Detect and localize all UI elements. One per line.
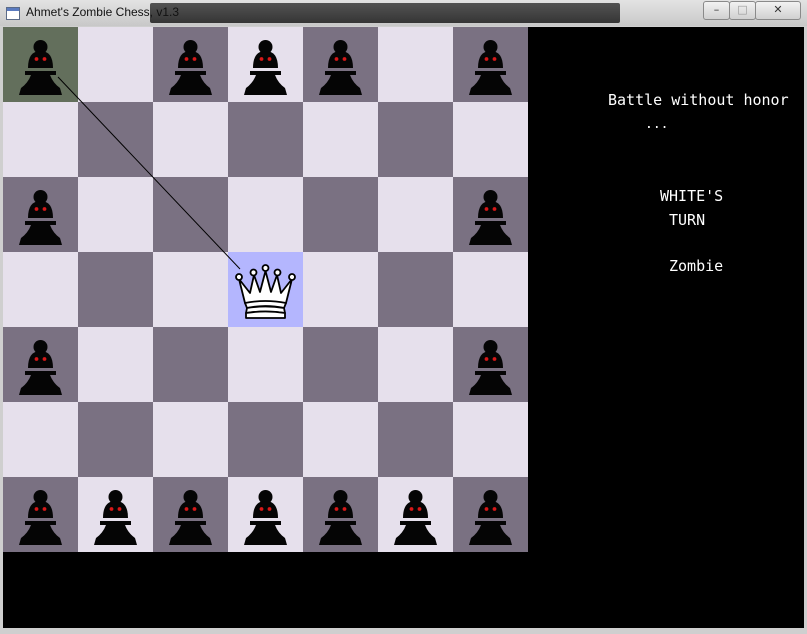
board-square-r3-c5[interactable] [303, 177, 378, 252]
board-square-r7-c6[interactable] [378, 477, 453, 552]
zombie-pawn-icon[interactable] [378, 477, 453, 552]
board-square-r4-c4[interactable] [228, 252, 303, 327]
board-square-r1-c2[interactable] [78, 27, 153, 102]
board-square-r1-c3[interactable] [153, 27, 228, 102]
board-square-r6-c5[interactable] [303, 402, 378, 477]
board-square-r1-c4[interactable] [228, 27, 303, 102]
board-square-r2-c5[interactable] [303, 102, 378, 177]
window-title: Ahmet's Zombie Chess, v1.3 [26, 5, 180, 19]
close-button[interactable]: ✕ [755, 1, 801, 20]
zombie-pawn-icon[interactable] [153, 27, 228, 102]
board-square-r7-c5[interactable] [303, 477, 378, 552]
board-square-r2-c1[interactable] [3, 102, 78, 177]
board-square-r5-c2[interactable] [78, 327, 153, 402]
board-square-r3-c6[interactable] [378, 177, 453, 252]
hovered-piece-name: Zombie [669, 257, 724, 275]
board-square-r3-c3[interactable] [153, 177, 228, 252]
board-square-r4-c2[interactable] [78, 252, 153, 327]
board-square-r2-c4[interactable] [228, 102, 303, 177]
zombie-pawn-icon[interactable] [78, 477, 153, 552]
board-square-r5-c4[interactable] [228, 327, 303, 402]
board-square-r2-c6[interactable] [378, 102, 453, 177]
turn-indicator-line-1: WHITE'S [660, 187, 724, 205]
subtitle-line-1: Battle without honor [608, 91, 789, 109]
board-square-r6-c6[interactable] [378, 402, 453, 477]
board-square-r5-c5[interactable] [303, 327, 378, 402]
minimize-button[interactable]: – [703, 1, 730, 20]
board-square-r4-c5[interactable] [303, 252, 378, 327]
side-panel: Battle without honor ... WHITE'S TURN Zo… [528, 27, 804, 628]
board-square-r7-c2[interactable] [78, 477, 153, 552]
game-window: Ahmet's Zombie Chess, v1.3 – □ ✕ Battle … [0, 0, 807, 634]
zombie-pawn-icon[interactable] [453, 27, 528, 102]
board-square-r3-c1[interactable] [3, 177, 78, 252]
board-square-r3-c2[interactable] [78, 177, 153, 252]
board-square-r2-c3[interactable] [153, 102, 228, 177]
board-square-r6-c4[interactable] [228, 402, 303, 477]
board-square-r5-c6[interactable] [378, 327, 453, 402]
board-square-r7-c4[interactable] [228, 477, 303, 552]
zombie-pawn-icon[interactable] [3, 327, 78, 402]
turn-indicator-line-2: TURN [669, 211, 706, 229]
board-square-r6-c1[interactable] [3, 402, 78, 477]
board-square-r5-c7[interactable] [453, 327, 528, 402]
board-square-r5-c1[interactable] [3, 327, 78, 402]
board-square-r1-c7[interactable] [453, 27, 528, 102]
title-bar[interactable]: Ahmet's Zombie Chess, v1.3 – □ ✕ [0, 0, 807, 26]
board-square-r5-c3[interactable] [153, 327, 228, 402]
board-square-r7-c7[interactable] [453, 477, 528, 552]
board-square-r6-c3[interactable] [153, 402, 228, 477]
board-square-r6-c7[interactable] [453, 402, 528, 477]
board-square-r1-c6[interactable] [378, 27, 453, 102]
zombie-pawn-icon[interactable] [153, 477, 228, 552]
zombie-pawn-icon[interactable] [303, 477, 378, 552]
zombie-pawn-icon[interactable] [3, 27, 78, 102]
white-queen-icon[interactable] [228, 252, 303, 327]
board-square-r3-c4[interactable] [228, 177, 303, 252]
board-square-r7-c1[interactable] [3, 477, 78, 552]
board-square-r3-c7[interactable] [453, 177, 528, 252]
board-square-r2-c7[interactable] [453, 102, 528, 177]
subtitle-line-2: ... [645, 117, 669, 132]
zombie-pawn-icon[interactable] [228, 27, 303, 102]
board-square-r1-c1[interactable] [3, 27, 78, 102]
board-square-r6-c2[interactable] [78, 402, 153, 477]
zombie-pawn-icon[interactable] [228, 477, 303, 552]
board-square-r1-c5[interactable] [303, 27, 378, 102]
zombie-pawn-icon[interactable] [3, 477, 78, 552]
board-bottom-margin [3, 552, 528, 628]
maximize-button[interactable]: □ [729, 1, 756, 20]
board-square-r4-c1[interactable] [3, 252, 78, 327]
game-canvas: Battle without honor ... WHITE'S TURN Zo… [3, 27, 804, 628]
board-square-r4-c7[interactable] [453, 252, 528, 327]
zombie-pawn-icon[interactable] [3, 177, 78, 252]
board-square-r4-c6[interactable] [378, 252, 453, 327]
chess-board [3, 27, 528, 552]
board-square-r4-c3[interactable] [153, 252, 228, 327]
title-bar-glass [150, 3, 620, 23]
app-window-icon [6, 7, 20, 20]
zombie-pawn-icon[interactable] [453, 477, 528, 552]
zombie-pawn-icon[interactable] [303, 27, 378, 102]
board-square-r7-c3[interactable] [153, 477, 228, 552]
board-square-r2-c2[interactable] [78, 102, 153, 177]
zombie-pawn-icon[interactable] [453, 177, 528, 252]
zombie-pawn-icon[interactable] [453, 327, 528, 402]
